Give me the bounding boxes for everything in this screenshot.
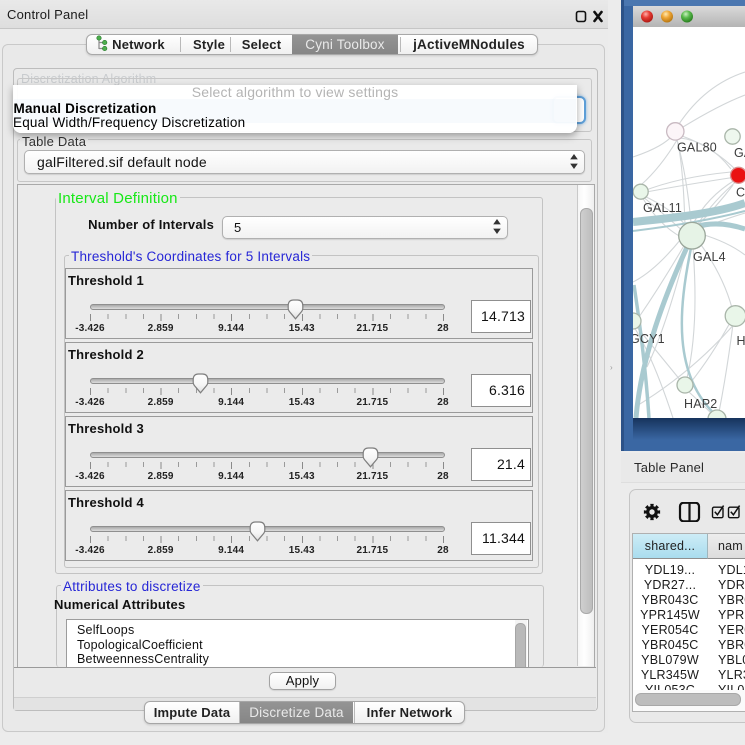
svg-text:GAL80: GAL80	[677, 141, 717, 155]
svg-text:GAL11: GAL11	[643, 201, 682, 215]
svg-text:HAP2: HAP2	[684, 397, 717, 411]
svg-text:GAL4: GAL4	[693, 250, 726, 264]
svg-text:C: C	[736, 186, 745, 200]
svg-text:GCY1: GCY1	[633, 332, 665, 346]
svg-text:H: H	[737, 334, 745, 348]
svg-text:GA: GA	[734, 146, 745, 160]
